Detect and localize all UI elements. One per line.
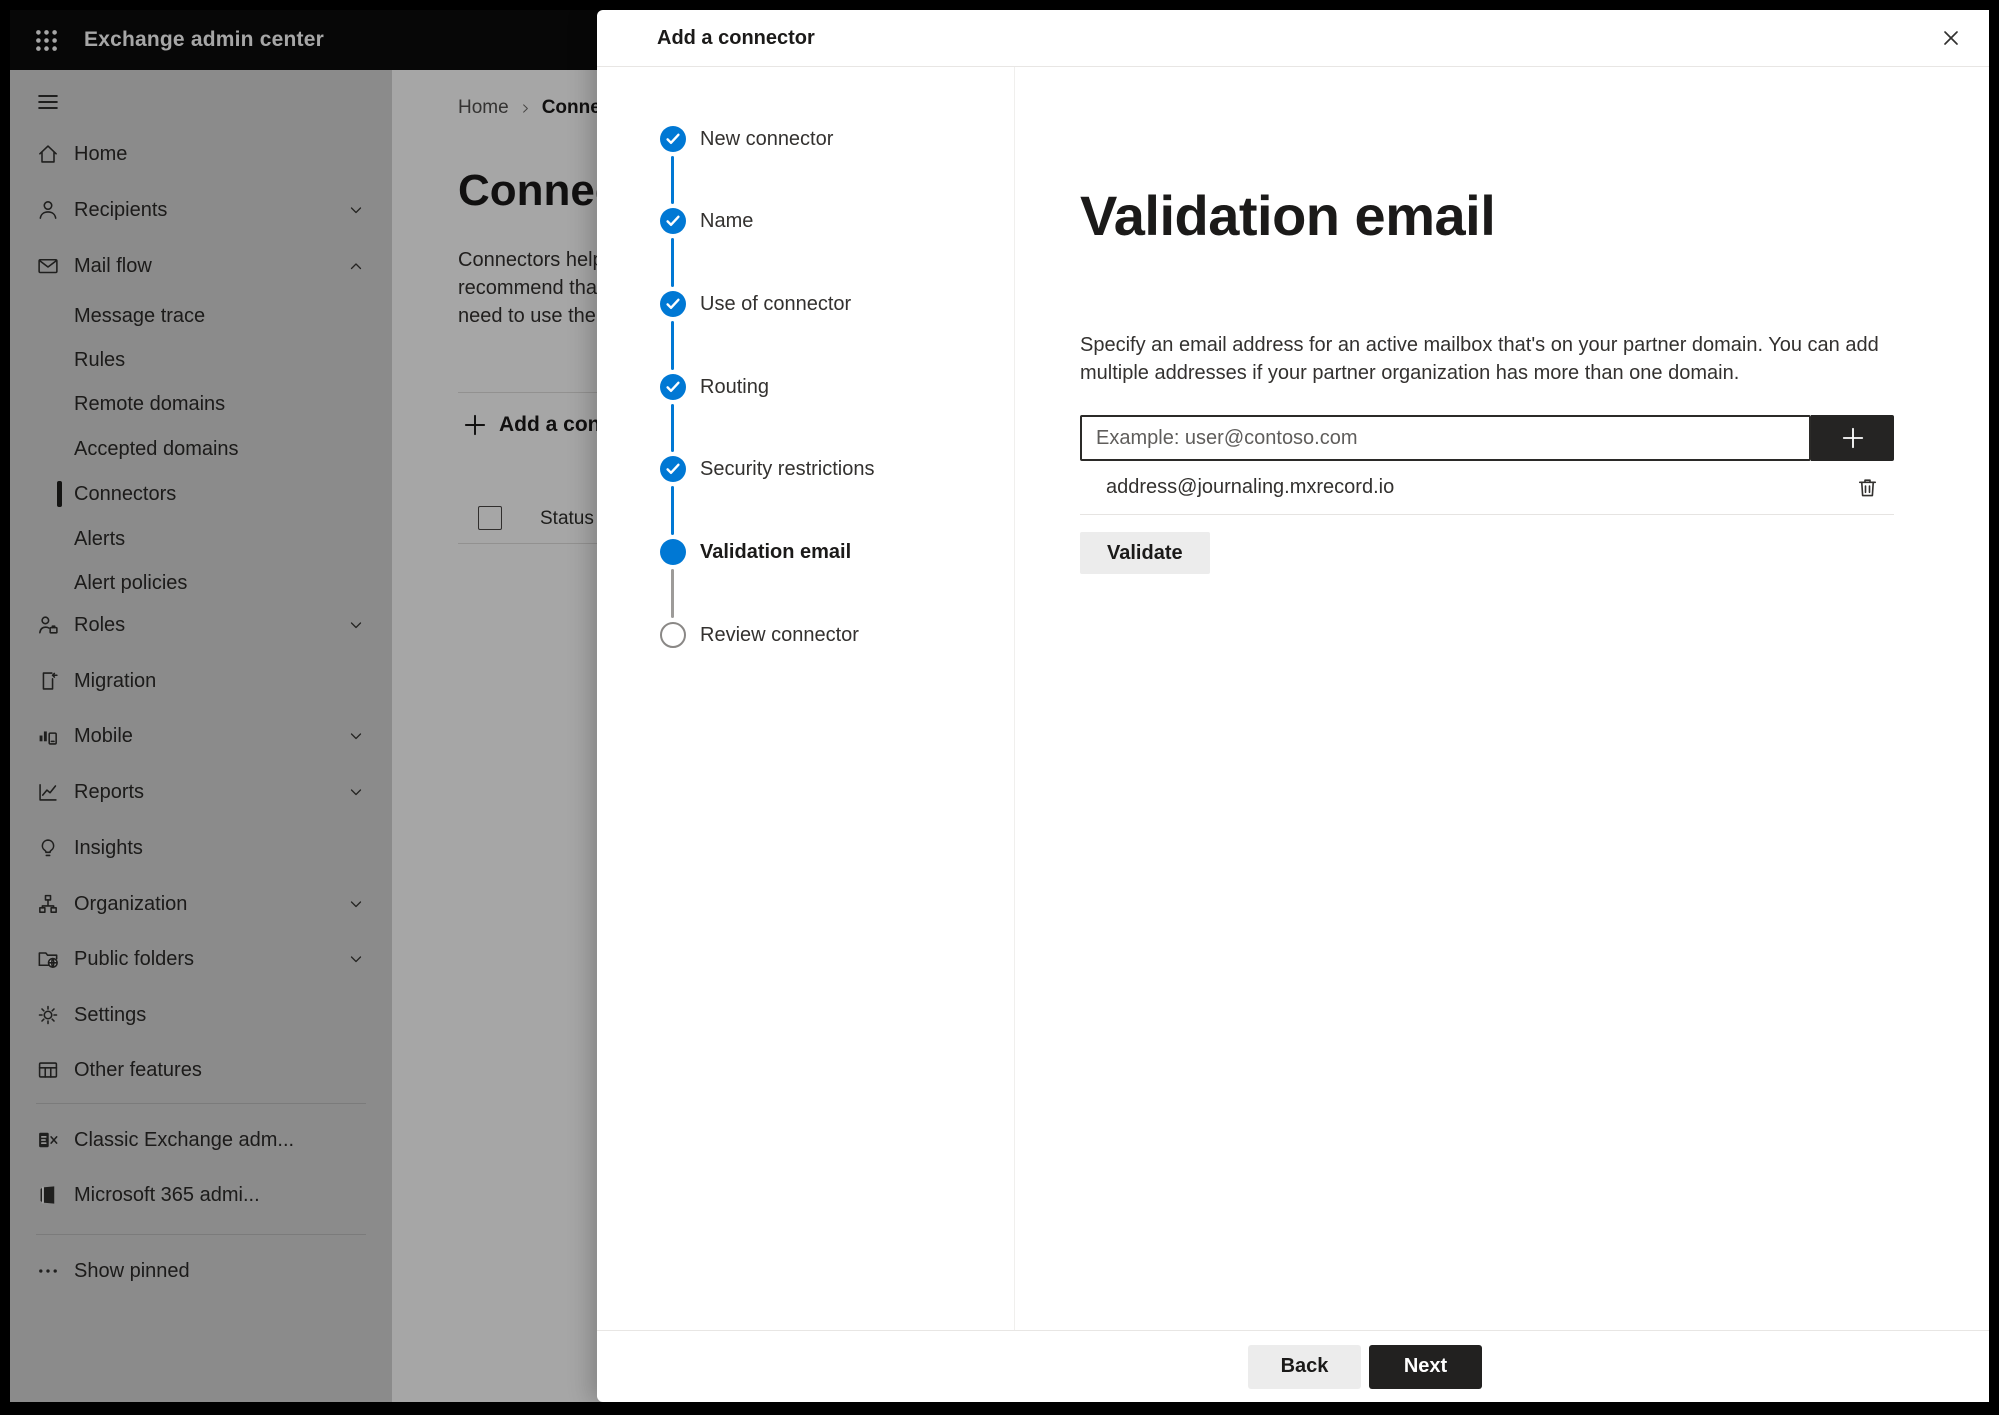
modal-footer: Back Next (597, 1330, 1989, 1402)
validation-email-input[interactable] (1080, 415, 1811, 461)
check-icon (660, 126, 686, 152)
stepper-connector-line (671, 238, 674, 287)
plus-icon (1839, 424, 1867, 452)
step-routing: Routing (660, 370, 769, 404)
stepper-connector-line (671, 321, 674, 370)
close-button[interactable] (1933, 20, 1969, 56)
stepper-connector-line (671, 486, 674, 535)
footer-buttons: Back Next (1248, 1344, 1482, 1389)
email-list-item: address@journaling.mxrecord.io (1080, 461, 1894, 515)
step-security-restrictions: Security restrictions (660, 452, 875, 486)
modal-body: New connector Name Use of connector Rout… (597, 67, 1989, 1330)
validate-button[interactable]: Validate (1080, 532, 1210, 574)
email-add-row (1080, 415, 1894, 461)
stepper-connector-line (671, 404, 674, 452)
check-icon (660, 456, 686, 482)
wizard-stepper: New connector Name Use of connector Rout… (597, 67, 1015, 1330)
email-address: address@journaling.mxrecord.io (1106, 476, 1395, 498)
modal-header: Add a connector (597, 10, 1989, 67)
step-review-connector: Review connector (660, 618, 859, 652)
close-icon (1939, 26, 1963, 50)
step-heading: Validation email (1080, 184, 1496, 247)
check-icon (660, 208, 686, 234)
upcoming-step-dot (660, 622, 686, 648)
add-connector-panel: Add a connector New connector Name Use o… (597, 10, 1989, 1402)
step-validation-email: Validation email (660, 535, 851, 569)
check-icon (660, 291, 686, 317)
step-use-of-connector: Use of connector (660, 287, 851, 321)
delete-email-button[interactable] (1848, 469, 1886, 507)
step-new-connector: New connector (660, 122, 833, 156)
step-name: Name (660, 204, 753, 238)
next-button[interactable]: Next (1369, 1344, 1482, 1389)
stepper-connector-line (671, 569, 674, 618)
stepper-connector-line (671, 156, 674, 204)
modal-title: Add a connector (657, 26, 815, 49)
trash-icon (1855, 475, 1880, 500)
step-description: Specify an email address for an active m… (1080, 334, 1879, 384)
step-content: Validation email Specify an email addres… (1015, 67, 1989, 1330)
screen: Exchange admin center Home Recipients Ma… (10, 10, 1989, 1402)
check-icon (660, 374, 686, 400)
active-step-dot (660, 539, 686, 565)
add-email-button[interactable] (1811, 415, 1894, 461)
back-button[interactable]: Back (1248, 1344, 1361, 1389)
